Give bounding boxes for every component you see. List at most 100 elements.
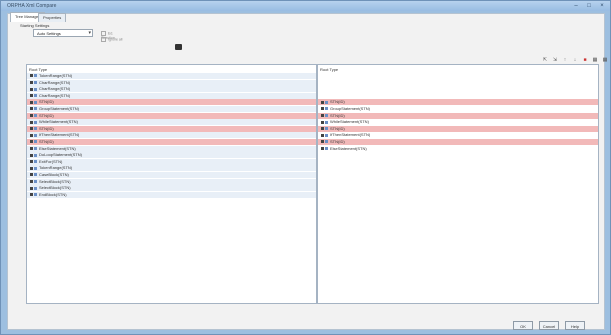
right-pane-title: Root Type — [320, 67, 339, 72]
grid-icon[interactable]: ▦ — [591, 56, 599, 64]
tree-row[interactable]: IfThenStatement(STN) — [318, 132, 598, 138]
tree-row[interactable]: CharRange(STN) — [27, 79, 316, 86]
cancel-button[interactable]: Cancel — [539, 321, 559, 330]
node-icon — [30, 94, 33, 98]
tree-row[interactable]: ElseStatement(STN) — [27, 145, 316, 152]
expand-icon[interactable]: ⇱ — [541, 56, 549, 64]
tree-row-label: CaseBlock(STN) — [39, 172, 69, 177]
left-pane-title: Root Type — [29, 67, 48, 72]
tree-row-label: STN(ID) — [39, 112, 54, 118]
tree-row[interactable]: WhileStatement(STN) — [27, 119, 316, 126]
tree-row-label: CharRange(STN) — [39, 92, 71, 98]
right-tree-pane[interactable]: Root Type STN(ID) GroupStatement(STN) STN(… — [317, 64, 599, 304]
checkbox-ignore[interactable]: Ignore all — [101, 37, 127, 42]
minimize-icon[interactable]: – — [570, 2, 582, 10]
tree-row[interactable]: CharRange(STN) — [27, 92, 316, 99]
tree-row-label: STN(ID) — [39, 139, 54, 144]
node-icon — [321, 120, 324, 124]
node-icon — [30, 133, 33, 137]
tree-row-label: ElseStatement(STN) — [39, 145, 76, 151]
element-icon — [325, 140, 328, 144]
node-icon — [30, 120, 33, 124]
element-icon — [34, 166, 37, 170]
node-icon — [321, 147, 324, 151]
element-icon — [34, 153, 37, 157]
tree-row[interactable]: GroupStatement(STN) — [318, 106, 598, 112]
lock-icon[interactable] — [175, 44, 182, 50]
element-icon — [325, 133, 328, 137]
tree-row[interactable]: ExitFor(STN) — [27, 158, 316, 165]
element-icon — [34, 140, 37, 144]
tree-row-label: WhileStatement(STN) — [39, 119, 78, 125]
main-window: ORPHA Xml Compare – □ × Tree Manager Pro… — [0, 0, 611, 335]
tree-row[interactable]: TokenRange(STN) — [27, 165, 316, 172]
element-icon — [34, 120, 37, 124]
node-icon — [30, 81, 33, 85]
tree-row-label: CharRange(STN) — [39, 86, 71, 92]
tree-row[interactable]: EndBlock(STN) — [27, 191, 316, 198]
tree-row[interactable]: STN(ID) — [318, 139, 598, 145]
node-icon — [321, 140, 324, 144]
ok-button[interactable]: OK — [513, 321, 533, 330]
tree-row[interactable]: STN(ID) — [27, 139, 316, 145]
maximize-icon[interactable]: □ — [583, 2, 595, 10]
tree-row[interactable]: STN(ID) — [318, 112, 598, 119]
node-icon — [321, 107, 324, 111]
left-tree-pane[interactable]: Root Type TokenRange(STN) CharRange(STN) C… — [26, 64, 317, 304]
tree-row-label: STN(ID) — [39, 125, 54, 131]
down-arrow-icon[interactable]: ↓ — [571, 56, 579, 64]
tree-row[interactable]: TokenRange(STN) — [27, 73, 316, 79]
element-icon — [34, 114, 37, 118]
window-title: ORPHA Xml Compare — [7, 3, 57, 9]
element-icon — [34, 81, 37, 85]
tree-row-label: DoLoopStatement(STN) — [39, 152, 82, 158]
tree-row[interactable]: CharRange(STN) — [27, 86, 316, 93]
tree-row[interactable]: WhileStatement(STN) — [318, 119, 598, 125]
element-icon — [325, 114, 328, 118]
tree-row[interactable]: STN(ID) — [27, 112, 316, 119]
node-icon — [30, 153, 33, 157]
tree-row-label: SelectBlock(STN) — [39, 185, 71, 191]
element-icon — [34, 133, 37, 137]
element-icon — [34, 160, 37, 164]
node-icon — [30, 100, 33, 104]
element-icon — [34, 100, 37, 104]
tree-row-label: STN(ID) — [330, 139, 345, 144]
grid-alt-icon[interactable]: ▦ — [601, 56, 609, 64]
tree-row[interactable]: SelectBlock(STN) — [27, 185, 316, 192]
tree-row-label: ElseStatement(STN) — [330, 145, 367, 151]
tree-row-label: SelectBlock(STN) — [39, 178, 71, 184]
tree-row[interactable]: STN(ID) — [27, 99, 316, 106]
checkbox-box — [101, 37, 106, 42]
tree-row-label: TokenRange(STN) — [39, 73, 73, 78]
settings-dropdown[interactable]: Auto Settings ▾ — [33, 29, 93, 37]
node-icon — [30, 140, 33, 144]
tree-row[interactable]: SelectBlock(STN) — [27, 178, 316, 185]
tree-row[interactable]: IfThenStatement(STN) — [27, 132, 316, 139]
tree-row[interactable]: STN(ID) — [318, 99, 598, 106]
tree-row[interactable]: STN(ID) — [27, 125, 316, 132]
tree-row-label: GroupStatement(STN) — [330, 106, 371, 111]
tree-row-label: CharRange(STN) — [39, 79, 71, 85]
chevron-down-icon: ▾ — [88, 30, 91, 36]
tree-row[interactable]: CaseBlock(STN) — [27, 172, 316, 178]
tree-row[interactable]: DoLoopStatement(STN) — [27, 152, 316, 159]
node-icon — [30, 147, 33, 151]
title-bar[interactable]: ORPHA Xml Compare – □ × — [1, 1, 610, 11]
tab-properties[interactable]: Properties — [38, 13, 67, 22]
diff-marker-icon[interactable]: ■ — [581, 56, 589, 64]
element-icon — [34, 147, 37, 151]
tree-row[interactable]: GroupStatement(STN) — [27, 106, 316, 112]
collapse-icon[interactable]: ⇲ — [551, 56, 559, 64]
tree-row-label: STN(ID) — [39, 99, 54, 105]
node-icon — [30, 160, 33, 164]
node-icon — [321, 133, 324, 137]
close-icon[interactable]: × — [596, 2, 608, 10]
node-icon — [30, 180, 33, 184]
tree-row[interactable]: STN(ID) — [318, 125, 598, 132]
up-arrow-icon[interactable]: ↑ — [561, 56, 569, 64]
element-icon — [34, 74, 37, 78]
node-icon — [321, 100, 324, 104]
help-button[interactable]: Help — [565, 321, 585, 330]
tree-row[interactable]: ElseStatement(STN) — [318, 146, 598, 152]
